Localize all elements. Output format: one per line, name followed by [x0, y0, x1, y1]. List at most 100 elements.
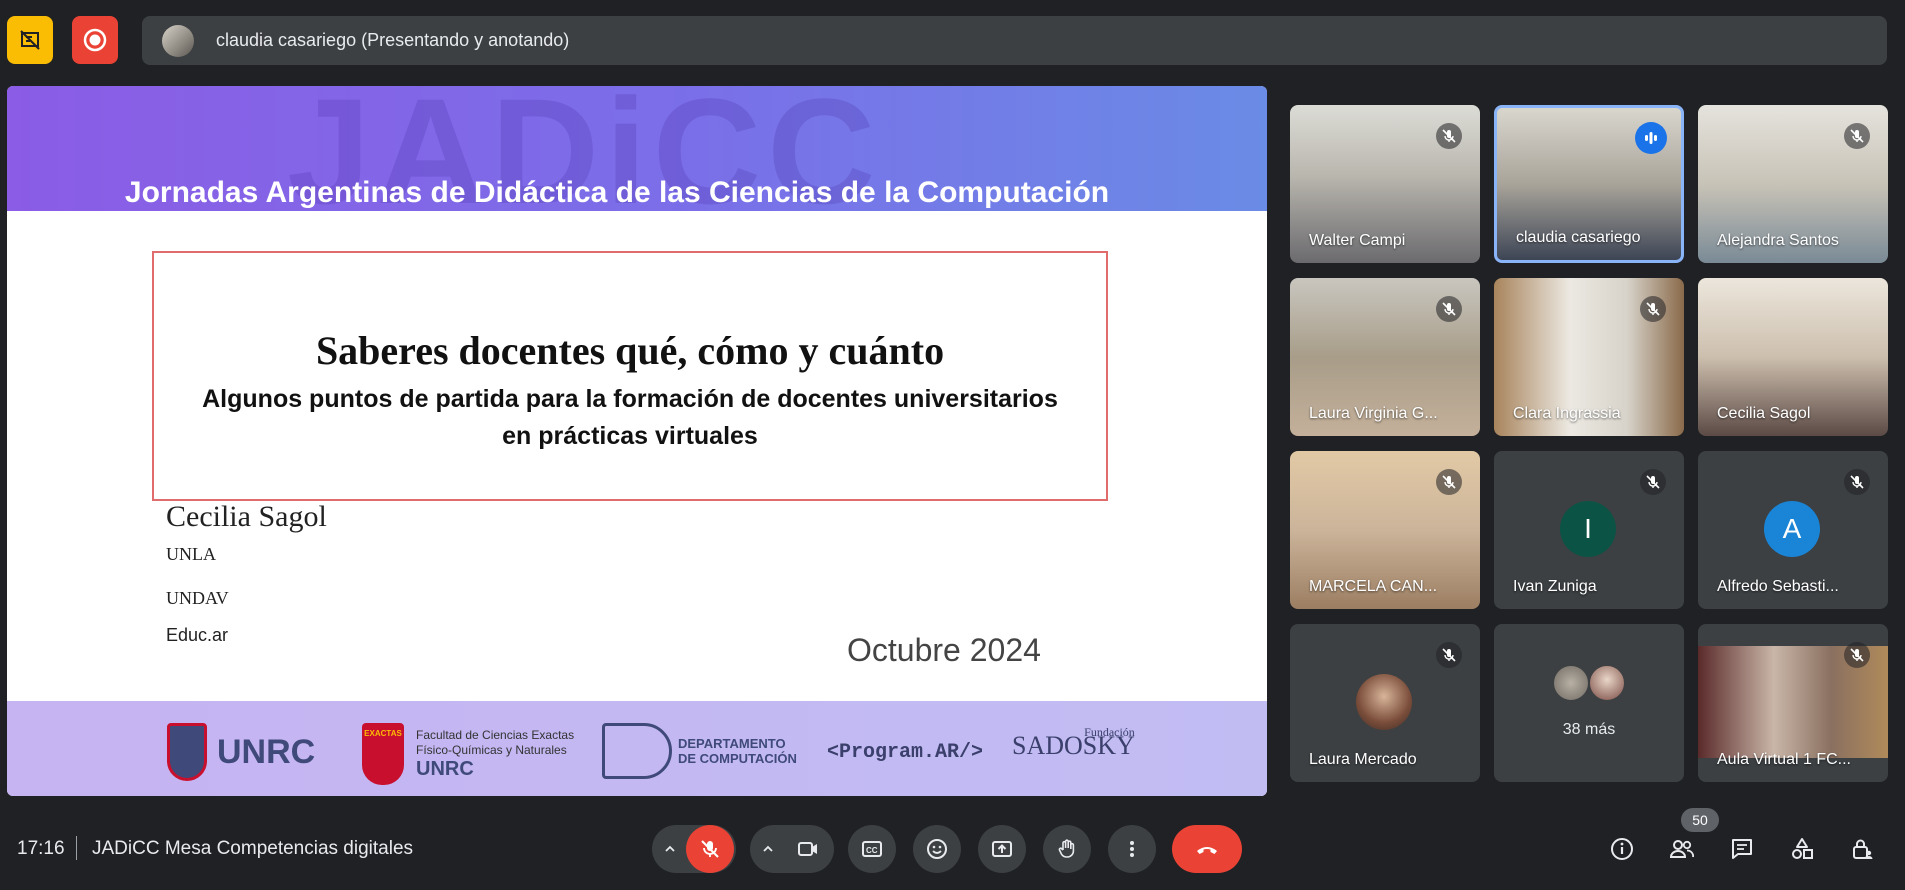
participant-tile[interactable]: A Alfredo Sebasti...	[1698, 451, 1888, 609]
participant-tile[interactable]: Laura Mercado	[1290, 624, 1480, 782]
more-participants-tile[interactable]: 38 más	[1494, 624, 1684, 782]
participant-mini-avatar	[1552, 664, 1590, 702]
slide-header: JADiCC Jornadas Argentinas de Didáctica …	[7, 86, 1267, 226]
recording-icon[interactable]	[72, 16, 118, 64]
slide-main-title: Saberes docentes qué, cómo y cuánto	[315, 328, 945, 373]
slide-subtitle: Algunos puntos de partida para la formac…	[154, 381, 1106, 455]
participant-tile[interactable]: Laura Virginia G...	[1290, 278, 1480, 436]
emoji-icon	[927, 839, 947, 859]
chat-button[interactable]	[1725, 832, 1759, 866]
unrc-logo: UNRC	[167, 723, 315, 781]
participant-name: Ivan Zuniga	[1513, 578, 1597, 595]
participant-tile[interactable]: Aula Virtual 1 FC...	[1698, 624, 1888, 782]
slide-footer-logos: UNRC EXACTAS Facultad de Ciencias Exacta…	[7, 701, 1267, 796]
exactas-logo: EXACTAS Facultad de Ciencias Exactas Fís…	[362, 723, 574, 785]
program-ar-logo: <Program.AR/>	[827, 741, 984, 764]
more-vertical-icon	[1130, 841, 1134, 857]
mic-off-icon	[1844, 642, 1870, 668]
participant-name: MARCELA CAN...	[1309, 578, 1438, 595]
participant-name: Walter Campi	[1309, 232, 1406, 249]
participant-tile[interactable]: Walter Campi	[1290, 105, 1480, 263]
shared-presentation: JADiCC Jornadas Argentinas de Didáctica …	[7, 86, 1267, 796]
slide-title-box: Saberes docentes qué, cómo y cuánto Algu…	[152, 251, 1108, 501]
reactions-button[interactable]	[913, 825, 961, 873]
microphone-off-button[interactable]	[686, 825, 734, 873]
exactas-shield-icon: EXACTAS	[362, 723, 404, 785]
shapes-icon	[1792, 838, 1813, 859]
mic-off-icon	[1640, 469, 1666, 495]
hand-icon	[1058, 839, 1075, 858]
presenter-bar: claudia casariego (Presentando y anotand…	[142, 16, 1887, 65]
slide-author: Cecilia Sagol	[166, 500, 327, 533]
participant-tile[interactable]: I Ivan Zuniga	[1494, 451, 1684, 609]
clock-time: 17:16	[17, 838, 65, 859]
mic-off-icon	[1436, 469, 1462, 495]
more-options-button[interactable]	[1108, 825, 1156, 873]
mic-off-icon	[1436, 642, 1462, 668]
people-count-badge: 50	[1681, 808, 1719, 832]
unrc-shield-icon	[167, 723, 207, 781]
meeting-details-button[interactable]	[1605, 832, 1639, 866]
video-options-chevron-up-icon[interactable]	[759, 840, 777, 858]
slide-date: Octubre 2024	[847, 632, 1041, 668]
participant-name: Aula Virtual 1 FC...	[1717, 751, 1851, 768]
people-button[interactable]	[1665, 832, 1699, 866]
participant-mini-avatar	[1588, 664, 1626, 702]
annotation-off-icon[interactable]	[7, 16, 53, 64]
host-controls-button[interactable]	[1845, 832, 1879, 866]
participant-name: Laura Virginia G...	[1309, 405, 1438, 422]
info-icon	[1611, 838, 1633, 860]
more-participants-count: 38 más	[1562, 721, 1616, 738]
participant-initial-avatar: I	[1560, 501, 1616, 557]
meet-window: claudia casariego (Presentando y anotand…	[0, 0, 1905, 890]
present-screen-icon	[992, 841, 1012, 857]
slide-affiliation-3: Educ.ar	[166, 625, 229, 645]
fundacion-sadosky-logo: Fundación SADOSKY	[1012, 725, 1135, 760]
activities-button[interactable]	[1785, 832, 1819, 866]
participant-name: Alejandra Santos	[1717, 232, 1839, 249]
slide-affiliation-1: UNLA	[166, 544, 216, 564]
slide-subtitle-line-2: en prácticas virtuales	[502, 422, 758, 450]
closed-captions-icon: CC	[862, 841, 882, 857]
participant-tile[interactable]: MARCELA CAN...	[1290, 451, 1480, 609]
presenter-label: claudia casariego (Presentando y anotand…	[216, 30, 570, 50]
mic-off-icon	[1436, 123, 1462, 149]
slide-header-title: Jornadas Argentinas de Didáctica de las …	[124, 176, 1110, 209]
participant-name: Clara Ingrassia	[1513, 405, 1621, 422]
presenter-avatar	[162, 24, 194, 57]
svg-text:CC: CC	[866, 846, 878, 855]
mic-off-icon	[1844, 469, 1870, 495]
participant-tile[interactable]: Cecilia Sagol	[1698, 278, 1888, 436]
participant-name: Alfredo Sebasti...	[1717, 578, 1839, 595]
camera-button[interactable]	[784, 825, 832, 873]
captions-button[interactable]: CC	[848, 825, 896, 873]
participant-name: Laura Mercado	[1309, 751, 1417, 768]
participant-tile[interactable]: Clara Ingrassia	[1494, 278, 1684, 436]
leave-call-button[interactable]	[1172, 825, 1242, 873]
speaking-indicator-icon	[1635, 122, 1667, 154]
mic-off-icon	[1640, 296, 1666, 322]
participant-photo-avatar	[1356, 674, 1412, 730]
participant-initial-avatar: A	[1764, 501, 1820, 557]
meeting-title: JADiCC Mesa Competencias digitales	[92, 838, 414, 859]
raise-hand-button[interactable]	[1043, 825, 1091, 873]
video-camera-icon	[798, 842, 817, 856]
present-screen-button[interactable]	[978, 825, 1026, 873]
chat-icon	[1732, 839, 1752, 859]
departamento-computacion-logo: DEPARTAMENTO DE COMPUTACIÓN	[602, 723, 797, 779]
participant-name: claudia casariego	[1516, 229, 1641, 246]
people-icon	[1669, 840, 1694, 858]
audio-options-chevron-up-icon[interactable]	[661, 840, 679, 858]
participant-tile[interactable]: Alejandra Santos	[1698, 105, 1888, 263]
divider	[76, 836, 77, 860]
slide-subtitle-line-1: Algunos puntos de partida para la formac…	[202, 385, 1058, 413]
slide-affiliation-2: UNDAV	[166, 588, 229, 608]
mic-off-icon	[1844, 123, 1870, 149]
participant-name: Cecilia Sagol	[1717, 405, 1811, 422]
lock-person-icon	[1853, 839, 1873, 859]
mic-off-icon	[701, 840, 719, 858]
hang-up-icon	[1197, 847, 1217, 854]
participant-tile-speaking[interactable]: claudia casariego	[1494, 105, 1684, 263]
mic-off-icon	[1436, 296, 1462, 322]
dc-mark-icon	[602, 723, 672, 779]
